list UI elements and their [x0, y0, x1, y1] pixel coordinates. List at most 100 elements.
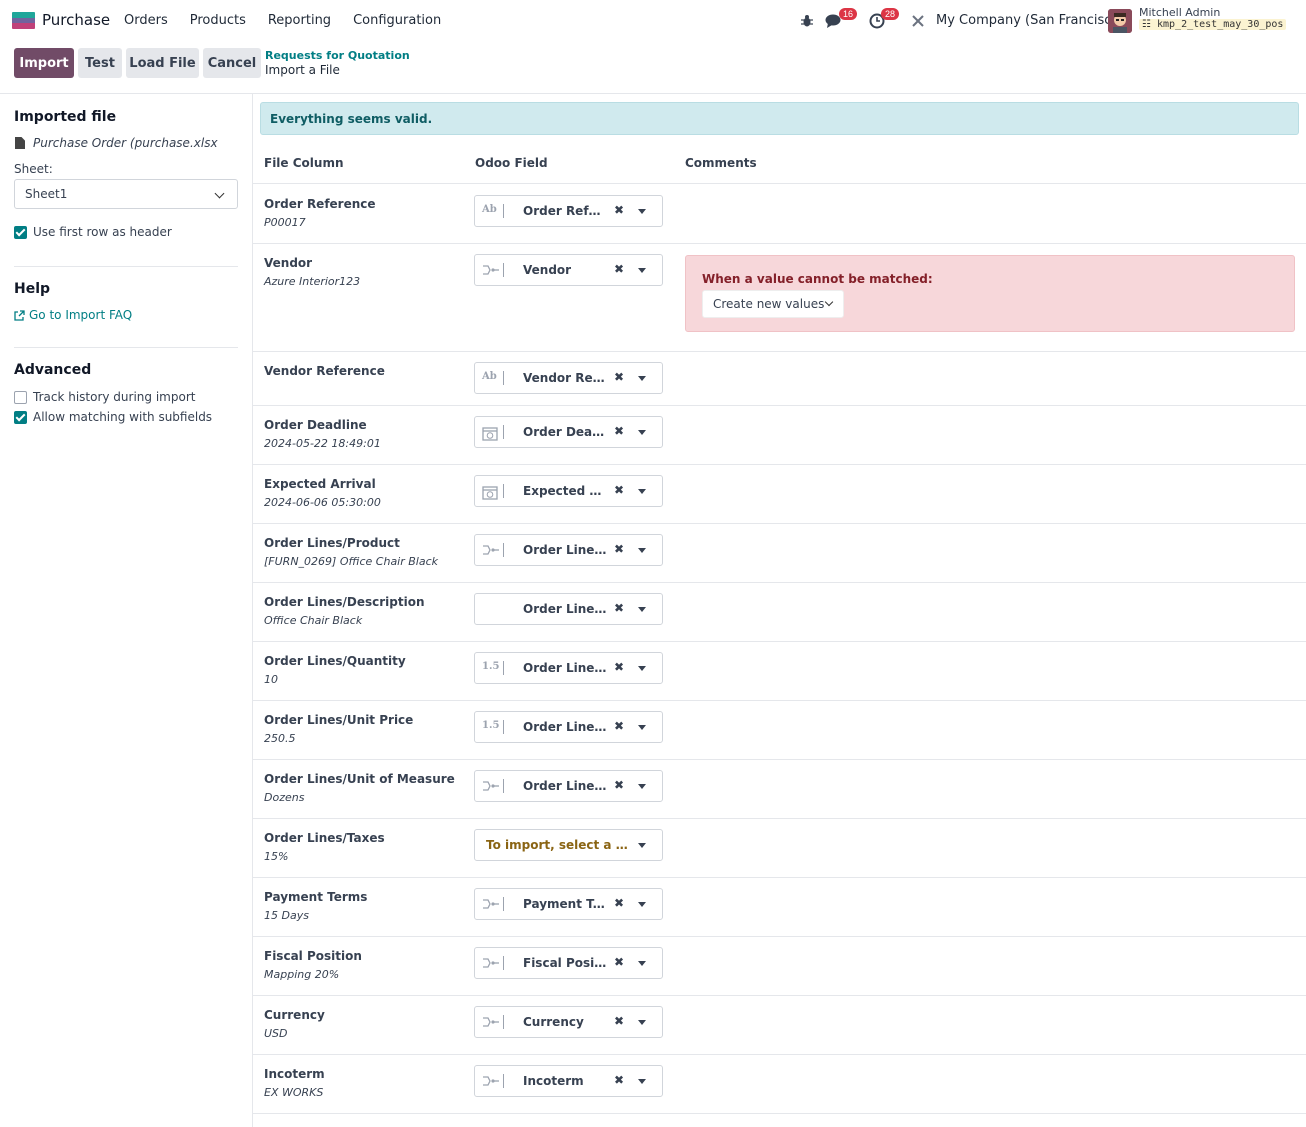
field-value: Order Lines / Product	[523, 543, 607, 557]
debug-icon[interactable]	[800, 0, 814, 42]
use-first-row-checkbox[interactable]	[14, 226, 27, 239]
validation-alert: Everything seems valid.	[260, 102, 1299, 135]
relation-icon	[482, 1074, 504, 1088]
menu-item-orders[interactable]: Orders	[124, 13, 168, 28]
clear-icon[interactable]: ✖	[614, 370, 624, 384]
top-navbar: Purchase Orders Products Reporting Confi…	[0, 0, 1306, 42]
caret-down-icon[interactable]	[638, 209, 646, 214]
relation-icon	[482, 779, 504, 793]
row-divider	[253, 523, 1306, 524]
sheet-label: Sheet:	[14, 162, 53, 176]
caret-down-icon[interactable]	[638, 725, 646, 730]
test-button[interactable]: Test	[78, 48, 122, 78]
help-title: Help	[14, 281, 51, 297]
clear-icon[interactable]: ✖	[614, 424, 624, 438]
caret-down-icon[interactable]	[638, 1079, 646, 1084]
odoo-field-select[interactable]: Expected Arrival ✖	[474, 475, 663, 507]
odoo-field-select[interactable]: Payment Terms ✖	[474, 888, 663, 920]
caret-down-icon[interactable]	[638, 430, 646, 435]
clear-icon[interactable]: ✖	[614, 955, 624, 969]
odoo-field-select[interactable]: 1.5 Order Lines / Quantity ✖	[474, 652, 663, 684]
file-column-name: Order Lines/Quantity	[264, 654, 406, 668]
allow-matching-label[interactable]: Allow matching with subfields	[33, 410, 212, 424]
caret-down-icon[interactable]	[638, 548, 646, 553]
app-name[interactable]: Purchase	[42, 11, 110, 29]
clear-icon[interactable]: ✖	[614, 1073, 624, 1087]
sidebar-divider-2	[14, 347, 238, 348]
row-divider	[253, 1054, 1306, 1055]
odoo-field-select[interactable]: Ab Vendor Reference ✖	[474, 362, 663, 394]
clear-icon[interactable]: ✖	[614, 262, 624, 276]
odoo-field-select[interactable]: Order Lines / Product ✖	[474, 534, 663, 566]
database-name: ☷ kmp_2_test_may_30_pos	[1139, 19, 1287, 30]
caret-down-icon[interactable]	[638, 489, 646, 494]
clear-icon[interactable]: ✖	[614, 542, 624, 556]
field-value: Currency	[523, 1015, 584, 1029]
field-value: Incoterm	[523, 1074, 584, 1088]
clear-icon[interactable]: ✖	[614, 203, 624, 217]
file-column-name: Order Lines/Unit Price	[264, 713, 414, 727]
odoo-field-select[interactable]: To import, select a field...	[474, 829, 663, 861]
clear-icon[interactable]: ✖	[614, 896, 624, 910]
use-first-row-label[interactable]: Use first row as header	[33, 225, 172, 239]
odoo-field-select[interactable]: Order Lines / Description ✖	[474, 593, 663, 625]
odoo-field-select[interactable]: Ab Order Reference ✖	[474, 195, 663, 227]
odoo-field-select[interactable]: Vendor ✖	[474, 254, 663, 286]
sheet-select[interactable]: Sheet1	[14, 179, 238, 209]
clear-icon[interactable]: ✖	[614, 778, 624, 792]
import-faq-link[interactable]: Go to Import FAQ	[14, 308, 132, 322]
caret-down-icon[interactable]	[638, 902, 646, 907]
breadcrumb-parent[interactable]: Requests for Quotation	[265, 49, 410, 62]
caret-down-icon[interactable]	[638, 961, 646, 966]
import-button[interactable]: Import	[14, 48, 74, 78]
validation-message: Everything seems valid.	[270, 112, 433, 126]
odoo-field-select[interactable]: 1.5 Order Lines / Unit Price ✖	[474, 711, 663, 743]
odoo-field-select[interactable]: Currency ✖	[474, 1006, 663, 1038]
clear-icon[interactable]: ✖	[614, 483, 624, 497]
caret-down-icon[interactable]	[638, 607, 646, 612]
file-column-sample: EX WORKS	[264, 1086, 324, 1099]
caret-down-icon[interactable]	[638, 268, 646, 273]
clear-icon[interactable]: ✖	[614, 1014, 624, 1028]
clear-icon[interactable]: ✖	[614, 660, 624, 674]
odoo-field-select[interactable]: Order Deadline ✖	[474, 416, 663, 448]
caret-down-icon	[638, 843, 646, 848]
clear-icon[interactable]: ✖	[614, 601, 624, 615]
menu-item-configuration[interactable]: Configuration	[353, 13, 441, 28]
company-switcher[interactable]: My Company (San Francisco)	[936, 13, 1124, 28]
app-menu-icon[interactable]	[12, 12, 35, 29]
relation-icon	[482, 956, 504, 970]
user-name[interactable]: Mitchell Admin	[1139, 6, 1220, 19]
allow-matching-checkbox[interactable]	[14, 411, 27, 424]
caret-down-icon[interactable]	[638, 784, 646, 789]
file-icon	[15, 137, 25, 149]
main-menu: Orders Products Reporting Configuration	[124, 13, 463, 28]
menu-item-products[interactable]: Products	[190, 13, 246, 28]
field-value: Order Lines / Unit of Measure	[523, 779, 607, 793]
database-icon: ☷	[1142, 19, 1151, 30]
odoo-field-select[interactable]: Order Lines / Unit of Measure ✖	[474, 770, 663, 802]
cancel-button[interactable]: Cancel	[203, 48, 261, 78]
caret-down-icon[interactable]	[638, 376, 646, 381]
user-avatar[interactable]	[1108, 9, 1132, 33]
file-column-sample: USD	[264, 1027, 288, 1040]
odoo-field-select[interactable]: Incoterm ✖	[474, 1065, 663, 1097]
row-divider	[253, 995, 1306, 996]
caret-down-icon[interactable]	[638, 1020, 646, 1025]
menu-item-reporting[interactable]: Reporting	[268, 13, 331, 28]
match-comment-title: When a value cannot be matched:	[702, 272, 933, 286]
tools-icon[interactable]	[911, 0, 925, 42]
file-column-name: Expected Arrival	[264, 477, 376, 491]
sheet-select-value: Sheet1	[25, 187, 68, 201]
match-option-select[interactable]: Create new values	[702, 290, 844, 318]
sidebar-divider-1	[14, 266, 238, 267]
track-history-checkbox[interactable]	[14, 391, 27, 404]
activities-icon[interactable]: 28	[869, 0, 900, 42]
track-history-label[interactable]: Track history during import	[33, 390, 195, 404]
caret-down-icon[interactable]	[638, 666, 646, 671]
chevron-down-icon	[214, 188, 225, 199]
odoo-field-select[interactable]: Fiscal Position ✖	[474, 947, 663, 979]
load-file-button[interactable]: Load File	[126, 48, 199, 78]
messages-icon[interactable]: 16	[825, 0, 858, 42]
clear-icon[interactable]: ✖	[614, 719, 624, 733]
